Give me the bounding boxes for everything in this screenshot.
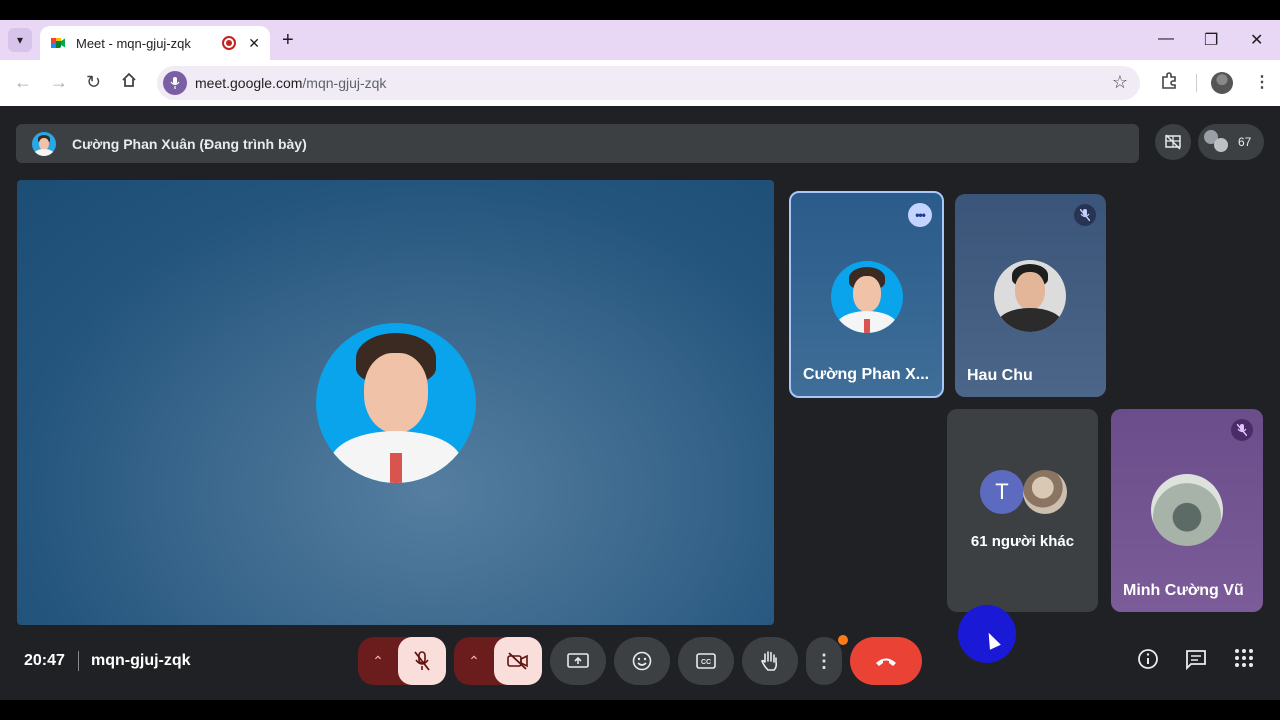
window-close-icon[interactable]: ✕: [1250, 30, 1263, 50]
others-count-label: 61 người khác: [970, 533, 1075, 550]
minh-cuong-vu-name: Minh Cường Vũ: [1123, 582, 1244, 599]
leave-call-button[interactable]: [850, 637, 922, 685]
participants-button[interactable]: 67: [1198, 124, 1264, 160]
present-icon: [567, 653, 589, 668]
screen-frame: ▾ Meet - mqn-gjuj-zqk ✕ + — ❐ ✕ ← → ↻ me…: [0, 20, 1280, 700]
raise-hand-icon: [761, 651, 778, 671]
audio-options-chevron-icon[interactable]: ⌃: [358, 653, 398, 670]
google-meet-icon: [50, 35, 66, 51]
captions-icon: CC: [696, 653, 716, 669]
svg-text:CC: CC: [701, 659, 711, 666]
emoji-reactions-button[interactable]: [614, 637, 670, 685]
minimize-icon[interactable]: —: [1158, 30, 1174, 48]
bookmark-star-icon[interactable]: ☆: [1112, 72, 1128, 93]
layout-off-icon[interactable]: [1155, 124, 1191, 160]
tab-strip: ▾ Meet - mqn-gjuj-zqk ✕ + — ❐ ✕: [0, 20, 1280, 60]
presentation-stage: [17, 180, 774, 625]
tab-title: Meet - mqn-gjuj-zqk: [76, 35, 191, 51]
meeting-code: mqn-gjuj-zqk: [91, 652, 191, 669]
forward-icon[interactable]: →: [50, 72, 68, 92]
url-host: meet.google.com: [195, 75, 303, 91]
meeting-details-icon[interactable]: [1137, 648, 1159, 676]
toolbar-divider: [1196, 74, 1197, 92]
close-tab-icon[interactable]: ✕: [248, 35, 260, 52]
tab-search-chevron-icon[interactable]: ▾: [8, 28, 32, 52]
chat-icon[interactable]: [1185, 648, 1207, 676]
hau-chu-name: Hau Chu: [967, 367, 1033, 384]
address-bar[interactable]: meet.google.com/mqn-gjuj-zqk ☆: [157, 66, 1140, 100]
url-path: /mqn-gjuj-zqk: [302, 75, 387, 91]
others-photo-avatar: [1023, 470, 1067, 514]
reload-icon[interactable]: ↻: [86, 72, 101, 92]
presenter-label: Cường Phan Xuân (Đang trình bày): [72, 135, 307, 152]
others-initial-avatar: T: [980, 470, 1024, 514]
participant-tile-self[interactable]: ••• Cường Phan X...: [789, 191, 944, 398]
more-options-icon[interactable]: •••: [908, 203, 932, 227]
video-options-chevron-icon[interactable]: ⌃: [454, 653, 494, 670]
microphone-control-group: ⌃: [358, 637, 446, 685]
minh-cuong-vu-avatar: [1151, 474, 1223, 546]
presenter-avatar: [32, 131, 56, 156]
microphone-in-use-icon[interactable]: [163, 71, 187, 95]
more-options-button[interactable]: ⋮: [806, 635, 848, 685]
activities-grid-icon[interactable]: [1234, 648, 1254, 674]
hang-up-icon: [876, 658, 896, 666]
home-icon[interactable]: [121, 72, 137, 92]
participants-avatars-icon: [1204, 130, 1230, 154]
self-avatar: [831, 261, 903, 333]
present-screen-button[interactable]: [550, 637, 606, 685]
restore-icon[interactable]: ❐: [1204, 30, 1218, 50]
mic-off-toggle-button[interactable]: [398, 637, 446, 685]
raise-hand-button[interactable]: [742, 637, 798, 685]
hau-chu-avatar: [994, 260, 1066, 332]
profile-avatar[interactable]: [1211, 72, 1233, 94]
meeting-clock: 20:47: [24, 652, 65, 669]
self-name: Cường Phan X...: [803, 366, 930, 383]
more-vertical-icon: ⋮: [815, 650, 833, 671]
participant-count: 67: [1238, 135, 1252, 149]
tab-meet[interactable]: Meet - mqn-gjuj-zqk ✕: [40, 26, 270, 60]
browser-menu-icon[interactable]: ⋮: [1254, 72, 1270, 92]
participant-tile-hau-chu[interactable]: Hau Chu: [955, 194, 1106, 397]
notification-dot: [838, 635, 848, 645]
extensions-icon[interactable]: [1160, 72, 1178, 95]
back-icon[interactable]: ←: [14, 72, 32, 92]
others-tile[interactable]: T 61 người khác: [947, 409, 1098, 612]
browser-toolbar: ← → ↻ meet.google.com/mqn-gjuj-zqk ☆ ⋮: [0, 60, 1280, 106]
participant-tile-minh-cuong-vu[interactable]: Minh Cường Vũ: [1111, 409, 1263, 612]
captions-button[interactable]: CC: [678, 637, 734, 685]
emoji-icon: [632, 651, 652, 671]
presenter-banner: Cường Phan Xuân (Đang trình bày): [16, 124, 1139, 163]
mic-off-icon: [1231, 419, 1253, 441]
presenter-large-avatar: [316, 323, 476, 483]
recording-indicator-icon: [222, 36, 237, 50]
bottom-divider: [78, 651, 79, 671]
new-tab-button[interactable]: +: [282, 28, 294, 52]
camera-off-toggle-button[interactable]: [494, 637, 542, 685]
camera-control-group: ⌃: [454, 637, 542, 685]
mic-off-icon: [1074, 204, 1096, 226]
